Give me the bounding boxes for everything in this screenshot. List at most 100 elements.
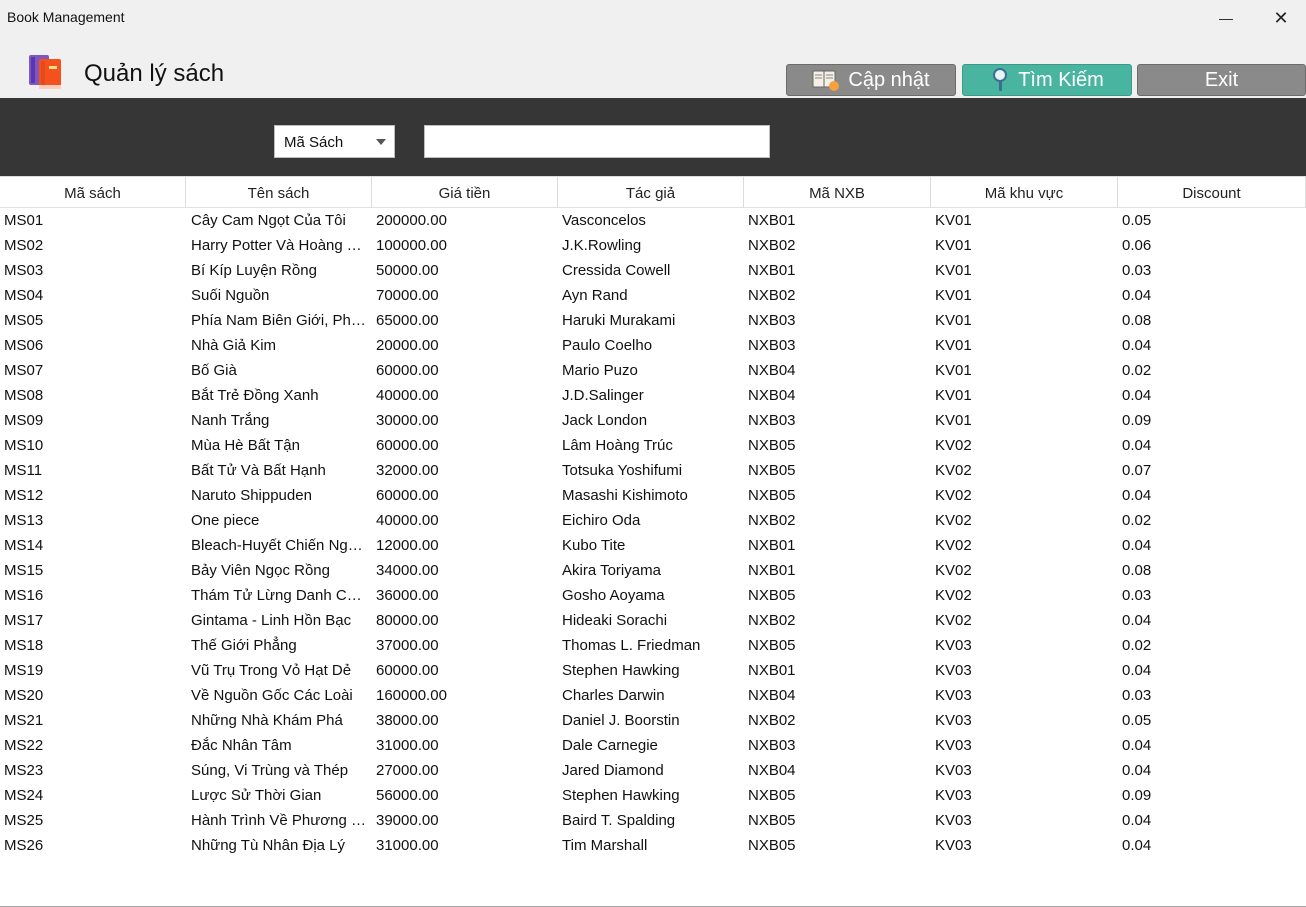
- table-cell: KV03: [935, 812, 972, 829]
- table-row[interactable]: MS02 Harry Potter Và Hoàng Tử Lai 100000.0…: [0, 233, 1306, 258]
- table-cell: Dale Carnegie: [562, 737, 658, 754]
- table-cell: MS11: [4, 462, 43, 479]
- close-button[interactable]: ✕: [1258, 0, 1304, 36]
- table-cell: 0.03: [1122, 587, 1152, 604]
- table-row[interactable]: MS07 Bố Già 60000.00 Mario Puzo NXB04 KV01 0.0…: [0, 358, 1306, 383]
- table-cell: MS12: [4, 487, 44, 504]
- table-cell: 200000.00: [376, 212, 447, 229]
- table-cell: 31000.00: [376, 837, 439, 854]
- table-cell: MS03: [4, 262, 44, 279]
- table-row[interactable]: MS11 Bất Tử Và Bất Hạnh 32000.00 Totsuka Yo…: [0, 458, 1306, 483]
- table-cell: NXB04: [748, 687, 796, 704]
- table-cell: Mario Puzo: [562, 362, 638, 379]
- column-header[interactable]: Discount: [1118, 176, 1306, 208]
- table-cell: NXB05: [748, 462, 796, 479]
- close-icon: ✕: [1273, 7, 1289, 28]
- table-cell: Nhà Giả Kim: [191, 337, 277, 354]
- table-cell: KV03: [935, 762, 972, 779]
- table-row[interactable]: MS12 Naruto Shippuden 60000.00 Masashi Kish…: [0, 483, 1306, 508]
- table-cell: 0.03: [1122, 687, 1152, 704]
- table-cell: NXB01: [748, 662, 796, 679]
- table-cell: NXB02: [748, 612, 796, 629]
- search-button[interactable]: Tìm Kiếm: [962, 64, 1132, 96]
- table-cell: MS21: [4, 712, 44, 729]
- table-row[interactable]: MS22 Đắc Nhân Tâm 31000.00 Dale Carnegie NXB…: [0, 733, 1306, 758]
- table-cell: 0.04: [1122, 612, 1152, 629]
- table-cell: MS10: [4, 437, 44, 454]
- table-row[interactable]: MS23 Súng, Vi Trùng và Thép 27000.00 Jared …: [0, 758, 1306, 783]
- table-row[interactable]: MS25 Hành Trình Về Phương Đông 39000.00 Bai…: [0, 808, 1306, 833]
- column-header[interactable]: Mã NXB: [744, 176, 931, 208]
- table-row[interactable]: MS09 Nanh Trắng 30000.00 Jack London NXB03 KV…: [0, 408, 1306, 433]
- table-cell: NXB05: [748, 837, 796, 854]
- table-cell: KV02: [935, 562, 972, 579]
- table-cell: Eichiro Oda: [562, 512, 641, 529]
- table-cell: Stephen Hawking: [562, 787, 680, 804]
- table-row[interactable]: MS20 Về Nguồn Gốc Các Loài 160000.00 Charle…: [0, 683, 1306, 708]
- table-cell: KV02: [935, 512, 972, 529]
- table-row[interactable]: MS17 Gintama - Linh Hồn Bạc 80000.00 Hideak…: [0, 608, 1306, 633]
- table-cell: KV03: [935, 712, 972, 729]
- table-cell: 0.04: [1122, 837, 1152, 854]
- column-header[interactable]: Tên sách: [186, 176, 372, 208]
- table-row[interactable]: MS26 Những Tù Nhân Địa Lý 31000.00 Tim Mars…: [0, 833, 1306, 858]
- search-bar: Mã Sách: [0, 98, 1306, 176]
- column-header[interactable]: Mã khu vực: [931, 176, 1118, 208]
- table-cell: J.D.Salinger: [562, 387, 644, 404]
- minimize-button[interactable]: —: [1203, 0, 1249, 36]
- search-input[interactable]: [424, 125, 770, 158]
- table-row[interactable]: MS21 Những Nhà Khám Phá 38000.00 Daniel J. …: [0, 708, 1306, 733]
- table-cell: MS01: [4, 212, 44, 229]
- table-cell: Thế Giới Phẳng: [191, 637, 297, 654]
- table-cell: 37000.00: [376, 637, 439, 654]
- table-row[interactable]: MS24 Lược Sử Thời Gian 56000.00 Stephen Haw…: [0, 783, 1306, 808]
- table-cell: Bleach-Huyết Chiến Ngàn Năm: [191, 537, 372, 554]
- title-bar: Book Management — ✕: [0, 0, 1306, 36]
- table-cell: 0.04: [1122, 437, 1152, 454]
- table-cell: MS13: [4, 512, 44, 529]
- table-row[interactable]: MS08 Bắt Trẻ Đồng Xanh 40000.00 J.D.Salinge…: [0, 383, 1306, 408]
- table-cell: One piece: [191, 512, 260, 529]
- table-cell: 20000.00: [376, 337, 439, 354]
- table-cell: NXB05: [748, 587, 796, 604]
- table-cell: MS06: [4, 337, 44, 354]
- column-header[interactable]: Giá tiền: [372, 176, 558, 208]
- search-field-select[interactable]: Mã Sách: [274, 125, 395, 158]
- table-cell: Stephen Hawking: [562, 662, 680, 679]
- table-row[interactable]: MS13 One piece 40000.00 Eichiro Oda NXB02 KV0…: [0, 508, 1306, 533]
- table-cell: MS16: [4, 587, 44, 604]
- exit-button[interactable]: Exit: [1137, 64, 1306, 96]
- table-row[interactable]: MS05 Phía Nam Biên Giới, Phía Tây Mặt Trờ…: [0, 308, 1306, 333]
- table-cell: MS26: [4, 837, 44, 854]
- column-header[interactable]: Mã sách: [0, 176, 186, 208]
- table-row[interactable]: MS18 Thế Giới Phẳng 37000.00 Thomas L. Frie…: [0, 633, 1306, 658]
- table-cell: Daniel J. Boorstin: [562, 712, 680, 729]
- table-row[interactable]: MS10 Mùa Hè Bất Tận 60000.00 Lâm Hoàng Trúc…: [0, 433, 1306, 458]
- table-cell: NXB05: [748, 437, 796, 454]
- table-cell: MS25: [4, 812, 44, 829]
- table-cell: MS20: [4, 687, 44, 704]
- table-row[interactable]: MS01 Cây Cam Ngọt Của Tôi 200000.00 Vasconc…: [0, 208, 1306, 233]
- table-cell: NXB02: [748, 712, 796, 729]
- table-row[interactable]: MS14 Bleach-Huyết Chiến Ngàn Năm12000.00 K…: [0, 533, 1306, 558]
- table-row[interactable]: MS19 Vũ Trụ Trong Vỏ Hạt Dẻ 60000.00 Stephe…: [0, 658, 1306, 683]
- table-cell: MS15: [4, 562, 44, 579]
- table-cell: J.K.Rowling: [562, 237, 642, 254]
- table-row[interactable]: MS16 Thám Tử Lừng Danh Conan 36000.00 Gosho…: [0, 583, 1306, 608]
- table-cell: Kubo Tite: [562, 537, 626, 554]
- update-button[interactable]: Cập nhật: [786, 64, 956, 96]
- table-cell: Mùa Hè Bất Tận: [191, 437, 300, 454]
- books-icon: [29, 55, 61, 89]
- table-cell: Về Nguồn Gốc Các Loài: [191, 687, 353, 704]
- table-cell: Vũ Trụ Trong Vỏ Hạt Dẻ: [191, 662, 352, 679]
- table-row[interactable]: MS06 Nhà Giả Kim 20000.00 Paulo Coelho NXB03…: [0, 333, 1306, 358]
- table-cell: 0.07: [1122, 462, 1152, 479]
- table-row[interactable]: MS04 Suối Nguồn 70000.00 Ayn Rand NXB02 KV01 0…: [0, 283, 1306, 308]
- column-header[interactable]: Tác giả: [558, 176, 744, 208]
- table-cell: 60000.00: [376, 487, 439, 504]
- table-cell: KV01: [935, 387, 972, 404]
- table-row[interactable]: MS15 Bảy Viên Ngọc Rồng 34000.00 Akira Tori…: [0, 558, 1306, 583]
- table-row[interactable]: MS03 Bí Kíp Luyện Rồng 50000.00 Cressida Co…: [0, 258, 1306, 283]
- book-edit-icon: [812, 70, 840, 91]
- table-cell: NXB05: [748, 637, 796, 654]
